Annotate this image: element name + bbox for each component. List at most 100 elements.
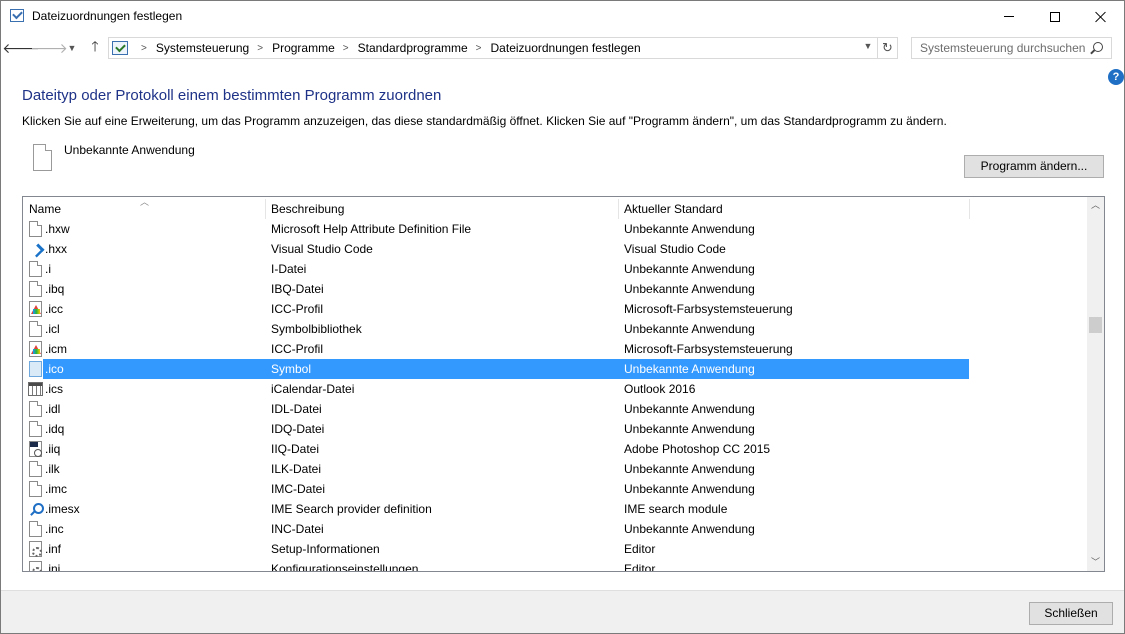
close-window-button[interactable] (1078, 1, 1124, 32)
vertical-scrollbar[interactable]: ︿ ﹀ (1087, 197, 1104, 571)
breadcrumb-programme[interactable]: Programme (272, 41, 335, 55)
setup-file-icon (29, 561, 42, 571)
scroll-down-button[interactable]: ﹀ (1087, 554, 1104, 571)
generic-file-icon (29, 521, 42, 537)
table-row[interactable]: .idl IDL-Datei Unbekannte Anwendung (23, 399, 1087, 419)
breadcrumb-standardprogramme[interactable]: Standardprogramme (358, 41, 468, 55)
cell-default-program: Outlook 2016 (624, 382, 696, 396)
address-bar[interactable]: > Systemsteuerung > Programme > Standard… (108, 37, 878, 59)
cell-default-program: Unbekannte Anwendung (624, 482, 755, 496)
list-header: ︿ Name Beschreibung Aktueller Standard (23, 197, 1087, 221)
cell-default-program: Unbekannte Anwendung (624, 522, 755, 536)
table-row[interactable]: .iiq IIQ-Datei Adobe Photoshop CC 2015 (23, 439, 1087, 459)
table-row[interactable]: .imc IMC-Datei Unbekannte Anwendung (23, 479, 1087, 499)
table-row[interactable]: .hxw Microsoft Help Attribute Definition … (23, 219, 1087, 239)
cell-extension: .icm (45, 342, 67, 356)
cell-description: Visual Studio Code (271, 242, 373, 256)
generic-file-icon (29, 221, 42, 237)
table-row[interactable]: .hxx Visual Studio Code Visual Studio Code (23, 239, 1087, 259)
cell-extension: .hxx (45, 242, 68, 256)
current-app-name: Unbekannte Anwendung (64, 143, 195, 157)
table-row[interactable]: .i I-Datei Unbekannte Anwendung (23, 259, 1087, 279)
breadcrumb-systemsteuerung[interactable]: Systemsteuerung (156, 41, 249, 55)
back-button[interactable]: 🡐 (2, 38, 40, 58)
maximize-button[interactable] (1032, 1, 1078, 32)
cell-default-program: IME search module (624, 502, 728, 516)
cell-extension: .ini (45, 562, 61, 572)
generic-file-icon (29, 401, 42, 417)
cell-default-program: Unbekannte Anwendung (624, 362, 755, 376)
search-icon[interactable] (1093, 42, 1103, 52)
generic-file-icon (29, 281, 42, 297)
minimize-button[interactable] (986, 1, 1032, 32)
help-icon[interactable]: ? (1108, 69, 1124, 85)
table-row[interactable]: .icc ICC-Profil Microsoft-Farbsystemsteuer… (23, 299, 1087, 319)
color-profile-icon (29, 301, 42, 317)
cell-description: ICC-Profil (271, 302, 324, 316)
column-header-name[interactable]: Name (23, 197, 265, 221)
generic-file-icon (29, 421, 42, 437)
chevron-right-icon[interactable]: > (343, 43, 349, 54)
control-panel-icon (10, 9, 24, 22)
calendar-icon (28, 382, 43, 396)
cell-default-program: Adobe Photoshop CC 2015 (624, 442, 771, 456)
table-row[interactable]: .inc INC-Datei Unbekannte Anwendung (23, 519, 1087, 539)
cell-extension: .ibq (45, 282, 65, 296)
chevron-down-icon[interactable]: ▼ (861, 41, 875, 51)
breadcrumb: > Systemsteuerung > Programme > Standard… (133, 41, 641, 55)
cell-extension: .iiq (45, 442, 61, 456)
cell-default-program: Editor (624, 542, 656, 556)
column-header-description[interactable]: Beschreibung (265, 197, 618, 221)
cell-description: IIQ-Datei (271, 442, 320, 456)
cell-default-program: Unbekannte Anwendung (624, 282, 755, 296)
setup-file-icon (29, 541, 42, 557)
table-row[interactable]: .icm ICC-Profil Microsoft-Farbsystemsteuer… (23, 339, 1087, 359)
cell-default-program: Unbekannte Anwendung (624, 462, 755, 476)
cell-default-program: Unbekannte Anwendung (624, 402, 755, 416)
close-button[interactable]: Schließen (1029, 602, 1113, 625)
page-title: Dateityp oder Protokoll einem bestimmten… (22, 87, 442, 104)
refresh-button[interactable]: ↻ (878, 37, 898, 59)
recent-locations-button[interactable]: ▼ (65, 38, 79, 58)
cell-default-program: Unbekannte Anwendung (624, 262, 755, 276)
search-input[interactable] (912, 38, 1087, 58)
breadcrumb-dateizuordnungen[interactable]: Dateizuordnungen festlegen (491, 41, 641, 55)
cell-description: IBQ-Datei (271, 282, 324, 296)
search-box[interactable] (911, 37, 1112, 59)
close-icon (1095, 11, 1107, 23)
file-associations-list[interactable]: ︿ Name Beschreibung Aktueller Standard .… (22, 196, 1105, 572)
table-row[interactable]: .ini Konfigurationseinstellungen Editor (23, 559, 1087, 572)
cell-description: Microsoft Help Attribute Definition File (271, 222, 472, 236)
cell-extension: .i (45, 262, 51, 276)
generic-file-icon (29, 261, 42, 277)
cell-default-program: Unbekannte Anwendung (624, 222, 755, 236)
scroll-up-button[interactable]: ︿ (1087, 197, 1104, 214)
forward-button[interactable]: 🡒 (30, 38, 68, 58)
search-provider-icon (29, 501, 44, 517)
scrollbar-thumb[interactable] (1089, 317, 1102, 333)
column-divider[interactable] (969, 199, 970, 219)
table-row[interactable]: .ilk ILK-Datei Unbekannte Anwendung (23, 459, 1087, 479)
photoshop-file-icon (29, 441, 42, 457)
change-program-button[interactable]: Programm ändern... (964, 155, 1104, 178)
table-row[interactable]: .ico Symbol Unbekannte Anwendung (23, 359, 1087, 379)
cell-default-program: Unbekannte Anwendung (624, 422, 755, 436)
title-bar[interactable]: Dateizuordnungen festlegen (1, 1, 1124, 32)
cell-extension: .ico (45, 362, 64, 376)
cell-extension: .inc (45, 522, 64, 536)
table-row[interactable]: .ics iCalendar-Datei Outlook 2016 (23, 379, 1087, 399)
chevron-right-icon[interactable]: > (141, 43, 147, 54)
up-button[interactable]: 🡑 (85, 38, 105, 58)
table-row[interactable]: .ibq IBQ-Datei Unbekannte Anwendung (23, 279, 1087, 299)
chevron-right-icon[interactable]: > (257, 43, 263, 54)
table-row[interactable]: .inf Setup-Informationen Editor (23, 539, 1087, 559)
chevron-right-icon[interactable]: > (476, 43, 482, 54)
selection-highlight (43, 359, 969, 379)
table-row[interactable]: .imesx IME Search provider definition IME … (23, 499, 1087, 519)
control-panel-icon (112, 41, 128, 55)
cell-default-program: Visual Studio Code (624, 242, 726, 256)
column-header-default[interactable]: Aktueller Standard (618, 197, 969, 221)
table-row[interactable]: .icl Symbolbibliothek Unbekannte Anwendung (23, 319, 1087, 339)
cell-description: INC-Datei (271, 522, 324, 536)
table-row[interactable]: .idq IDQ-Datei Unbekannte Anwendung (23, 419, 1087, 439)
